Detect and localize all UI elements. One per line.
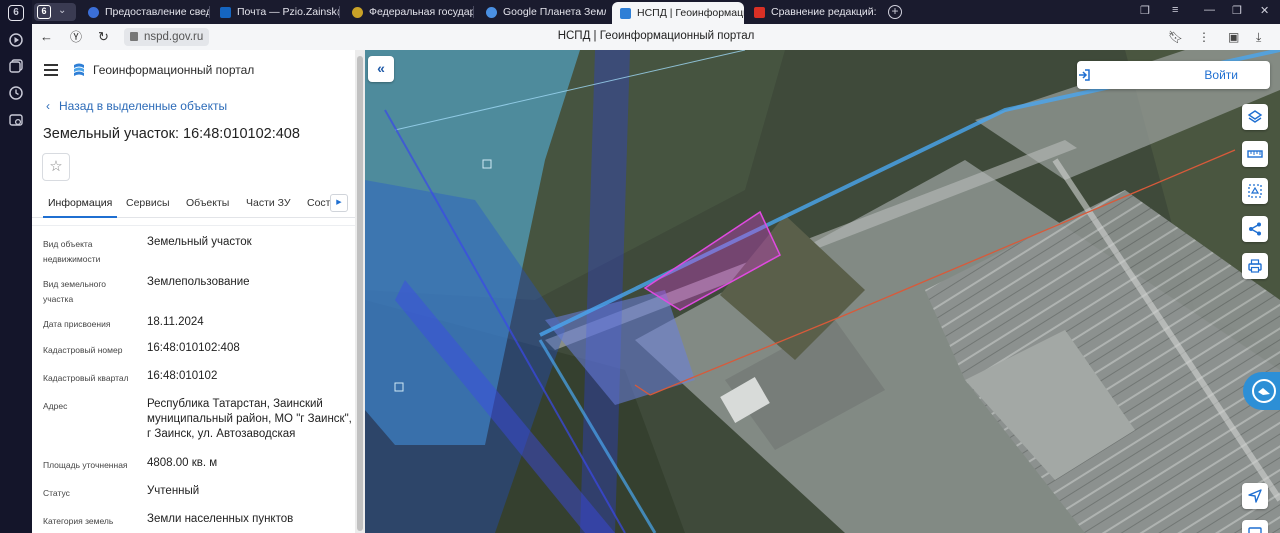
address-bar: ← Ⓨ ↻ nspd.gov.ru НСПД | Геоинформационн…: [32, 24, 1280, 50]
tab-federal[interactable]: Федеральная государстве: [344, 2, 474, 22]
field-label: Дата присвоения: [43, 319, 111, 329]
portal-logo-icon: [74, 63, 84, 76]
share-button[interactable]: [1242, 216, 1268, 242]
tab-label: НСПД | Геоинформаци: [637, 7, 744, 19]
window-close-icon[interactable]: ✕: [1260, 4, 1269, 17]
field-label: Вид объекта недвижимости: [43, 239, 101, 264]
chevron-down-icon: ⌄: [58, 5, 67, 16]
field-label: Статус: [43, 488, 70, 498]
map-canvas[interactable]: « Войти: [365, 50, 1280, 533]
tab-nspd[interactable]: НСПД | Геоинформаци ✕: [612, 2, 744, 24]
ruler-icon: [1247, 150, 1263, 158]
workspace-switcher[interactable]: 6 ⌄: [34, 3, 76, 21]
tab-objects[interactable]: Объекты: [186, 197, 229, 209]
login-label: Войти: [1204, 68, 1238, 82]
restore-icon[interactable]: ❐: [1232, 4, 1242, 17]
tab-parts[interactable]: Части ЗУ: [246, 197, 291, 209]
mail-icon: [220, 6, 231, 18]
login-icon: [1079, 69, 1090, 81]
field-value: Земельный участок: [147, 236, 252, 248]
object-title: Земельный участок: 16:48:010102:408: [43, 126, 300, 142]
panel-scrollbar[interactable]: [355, 50, 365, 533]
divider: [32, 225, 355, 226]
history-icon[interactable]: [8, 85, 24, 101]
earth-icon: [486, 6, 497, 18]
layers-icon: [1247, 110, 1263, 123]
panel-header: Геоинформационный портал: [32, 50, 355, 90]
tab-compare[interactable]: Сравнение редакций: Пол: [746, 2, 880, 22]
layers-button[interactable]: [1242, 104, 1268, 130]
collections-icon[interactable]: [8, 58, 24, 74]
login-button[interactable]: Войти: [1077, 61, 1270, 89]
tabs-scroll-right-button[interactable]: ▶: [330, 194, 348, 212]
back-link-label: Назад в выделенные объекты: [59, 99, 228, 113]
tab-information[interactable]: Информация: [42, 197, 118, 218]
field-value: Землепользование: [147, 276, 250, 288]
page-title: НСПД | Геоинформационный портал: [557, 30, 755, 42]
share-icon: [1249, 222, 1261, 236]
new-tab-button[interactable]: +: [888, 5, 902, 19]
tab-label: Google Планета Земля: [503, 6, 606, 18]
nspd-icon: [620, 7, 631, 19]
print-icon: [1248, 259, 1262, 273]
tab-label: Федеральная государстве: [369, 6, 474, 18]
tab-services[interactable]: Сервисы: [126, 197, 170, 209]
tab-mail[interactable]: Почта — Pzio.Zainsk@tata: [212, 2, 340, 22]
object-info-panel: Геоинформационный портал ‹ Назад в выделе…: [32, 50, 365, 533]
field-value: 16:48:010102: [147, 370, 218, 382]
chat-icon: [1252, 379, 1276, 403]
field-value: Учтенный: [147, 485, 200, 497]
collapse-panel-button[interactable]: «: [368, 56, 394, 82]
tab-google-earth[interactable]: Google Планета Земля: [478, 2, 606, 22]
select-area-icon: [1248, 184, 1262, 198]
wiki-icon: [754, 6, 765, 18]
emblem-icon: [352, 6, 363, 18]
field-label: Вид земельного участка: [43, 279, 107, 304]
back-to-selected-link[interactable]: ‹ Назад в выделенные объекты: [46, 99, 227, 113]
favorite-star-button[interactable]: ☆: [42, 153, 70, 181]
tab-label: Почта — Pzio.Zainsk@tata: [237, 6, 340, 18]
play-icon[interactable]: [8, 32, 24, 48]
measure-button[interactable]: [1242, 141, 1268, 167]
field-value: Республика Татарстан, Заинский муниципал…: [147, 398, 352, 440]
tab-predostavlenie[interactable]: Предоставление сведени: [80, 2, 210, 22]
menu-icon[interactable]: ≡: [1172, 4, 1178, 16]
app-title: Геоинформационный портал: [93, 63, 255, 77]
bookmark-icon[interactable]: 🔖︎: [1168, 30, 1183, 44]
field-value: 18.11.2024: [147, 316, 204, 328]
locate-button[interactable]: [1242, 483, 1268, 509]
fullscreen-button[interactable]: [1242, 520, 1268, 533]
field-label: Категория земель: [43, 516, 114, 526]
tab-strip: 6 ⌄ Предоставление сведени Почта — Pzio.…: [32, 0, 1280, 24]
workspace-number: 6: [37, 5, 51, 19]
chevron-left-icon: ‹: [46, 99, 50, 113]
print-button[interactable]: [1242, 253, 1268, 279]
tab-label: Сравнение редакций: Пол: [771, 6, 880, 18]
panel-tabs: Информация Сервисы Объекты Части ЗУ Сост…: [32, 190, 355, 218]
field-label: Площадь уточненная: [43, 460, 128, 470]
field-value: 16:48:010102:408: [147, 342, 240, 354]
browser-sidebar: 6: [0, 0, 32, 533]
field-value: 4808.00 кв. м: [147, 457, 218, 469]
field-label: Кадастровый номер: [43, 345, 123, 355]
reader-icon[interactable]: ▣: [1228, 30, 1239, 44]
field-label: Кадастровый квартал: [43, 373, 129, 383]
tab-label: Предоставление сведени: [105, 6, 210, 18]
field-label: Адрес: [43, 401, 68, 411]
globe-icon: [88, 6, 99, 18]
bookmark-tabs-icon[interactable]: ❐: [1140, 4, 1150, 17]
field-value: Земли населенных пунктов: [147, 513, 294, 525]
more-icon[interactable]: ⋮: [1198, 30, 1210, 44]
download-icon[interactable]: ⤓: [1256, 30, 1261, 45]
hamburger-menu-icon[interactable]: [44, 64, 58, 76]
fullscreen-icon: [1248, 527, 1262, 533]
navigation-arrow-icon: [1248, 489, 1262, 503]
screenshot-icon[interactable]: [8, 112, 24, 128]
satellite-map: [365, 50, 1280, 533]
support-chat-button[interactable]: [1243, 372, 1280, 410]
workspace-badge[interactable]: 6: [8, 5, 24, 21]
select-area-button[interactable]: [1242, 178, 1268, 204]
minimize-icon[interactable]: —: [1204, 4, 1215, 16]
